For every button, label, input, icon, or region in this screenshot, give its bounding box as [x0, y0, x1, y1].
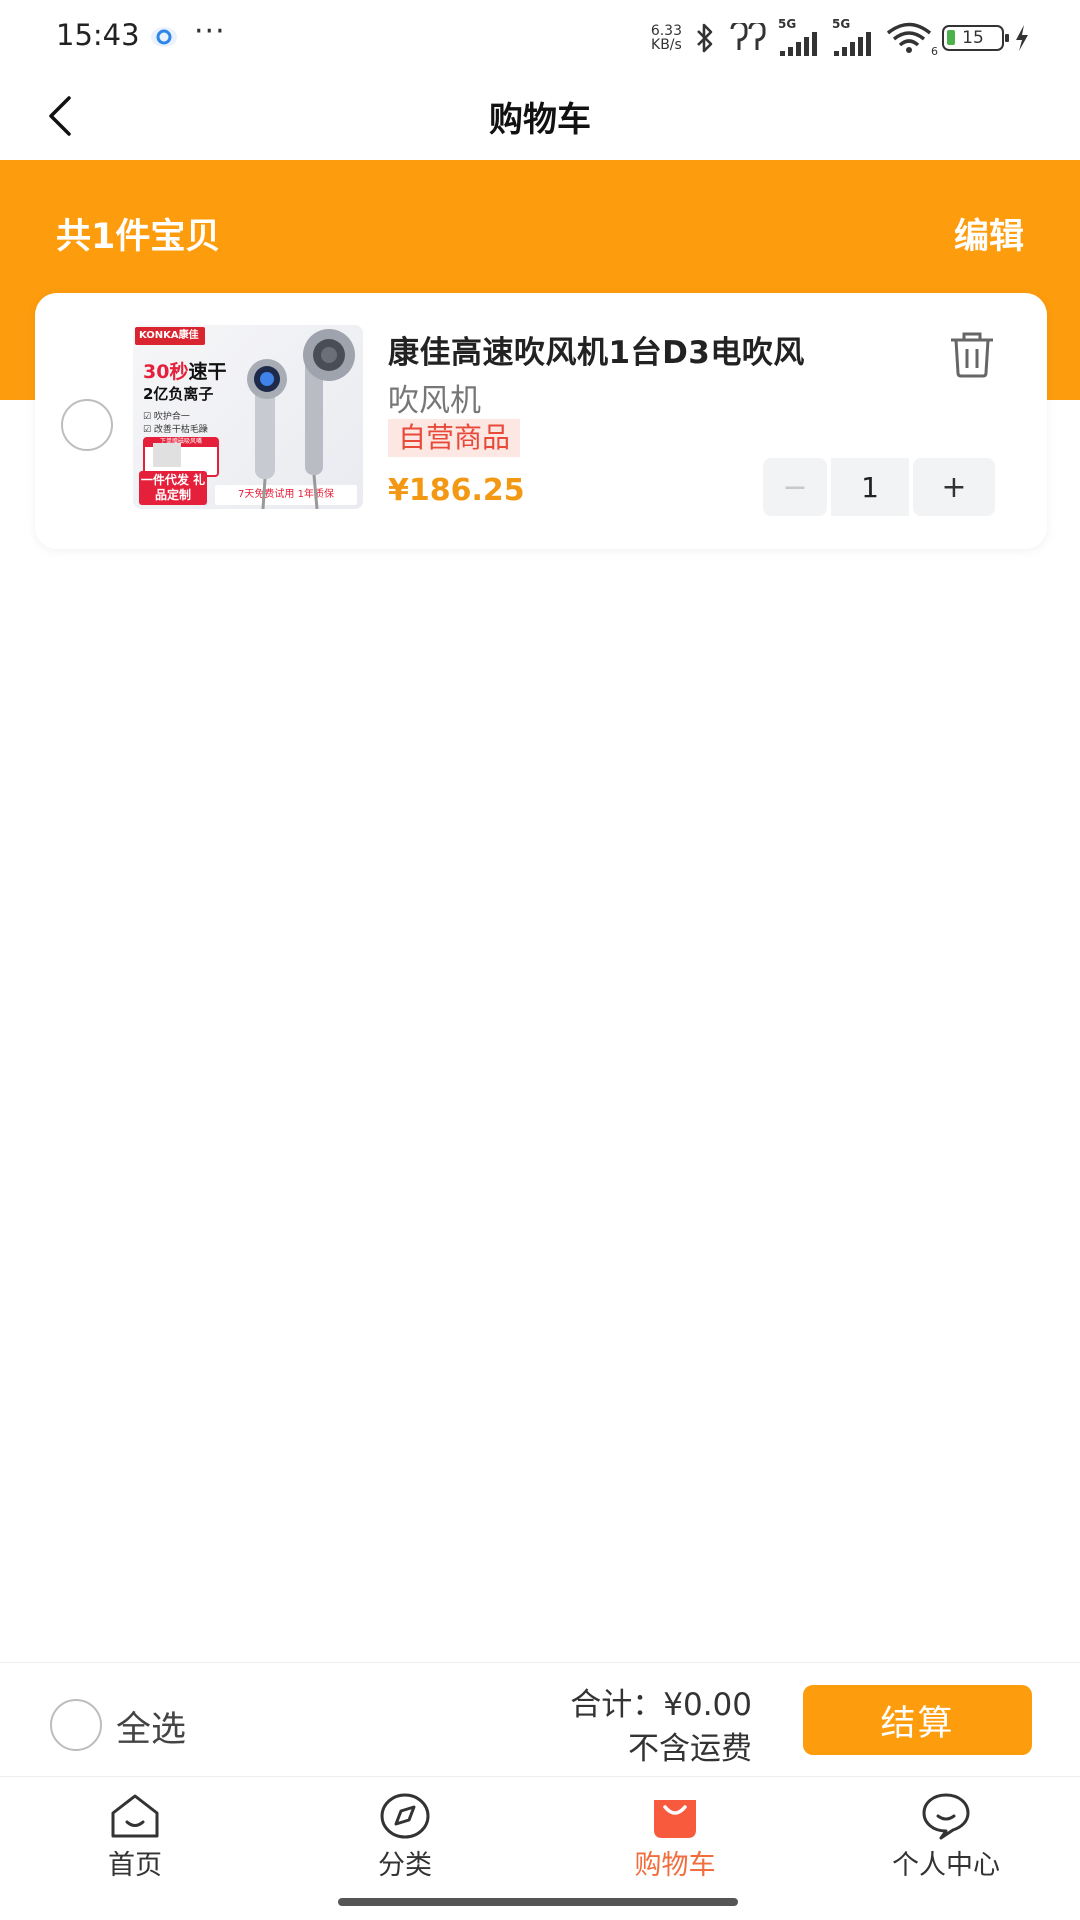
tab-home-label: 首页 — [108, 1850, 162, 1881]
checkout-button[interactable]: 结算 — [803, 1685, 1032, 1755]
wifi-icon: 6 — [886, 22, 938, 58]
charging-icon — [1016, 25, 1028, 51]
item-title[interactable]: 康佳高速吹风机1台D3电吹风 — [388, 327, 805, 372]
quantity-decrease-button[interactable]: − — [763, 458, 827, 516]
product-image-headline: 30秒速干 — [143, 361, 227, 383]
item-checkbox[interactable] — [61, 399, 113, 451]
compass-icon — [380, 1793, 430, 1839]
tab-profile-label: 个人中心 — [892, 1850, 1000, 1881]
checkout-bar: 全选 合计：¥0.00 不含运费 结算 — [0, 1662, 1080, 1776]
tab-category-label: 分类 — [378, 1850, 432, 1881]
quantity-value[interactable]: 1 — [831, 458, 909, 516]
signal-label-2: 5G — [832, 17, 851, 31]
net-speed-unit: KB/s — [651, 37, 682, 53]
home-indicator[interactable] — [338, 1898, 738, 1906]
tab-cart[interactable]: 购物车 — [575, 1791, 775, 1891]
quantity-stepper: − 1 + — [763, 458, 1005, 516]
trash-icon — [951, 332, 993, 378]
bluetooth-icon — [697, 23, 713, 53]
home-icon — [111, 1794, 159, 1838]
cart-item-card: KONKA康佳 30秒速干 2亿负离子 ☑ 吹护合一 ☑ 改善干枯毛躁 下单赠磁… — [35, 293, 1047, 549]
product-image[interactable]: KONKA康佳 30秒速干 2亿负离子 ☑ 吹护合一 ☑ 改善干枯毛躁 下单赠磁… — [133, 325, 363, 509]
item-price: ¥186.25 — [388, 473, 525, 508]
delete-button[interactable] — [947, 329, 997, 379]
battery-icon: 15 — [942, 25, 1009, 51]
tab-home[interactable]: 首页 — [35, 1791, 235, 1891]
net-speed-value: 6.33 — [650, 23, 682, 39]
screen: 15:43 ··· 6.33 KB/s 5G 5G 6 15 购物车 共1件宝贝… — [0, 0, 1080, 1920]
more-icon: ··· — [194, 14, 226, 49]
select-all-checkbox[interactable] — [50, 1699, 102, 1751]
net-speed: 6.33 KB/s — [651, 24, 682, 52]
item-subtitle: 吹风机 — [388, 383, 481, 419]
tab-category[interactable]: 分类 — [305, 1791, 505, 1891]
chat-bubble-icon — [922, 1793, 970, 1840]
status-icons: 6.33 KB/s 5G 5G 6 15 — [651, 17, 1030, 58]
shipping-note: 不含运费 — [628, 1731, 752, 1767]
edit-button[interactable]: 编辑 — [954, 208, 1024, 259]
product-image-promo: 一件代发 礼品定制 — [139, 471, 207, 505]
status-time: 15:43 — [56, 18, 140, 52]
total-amount: 合计：¥0.00 — [570, 1687, 752, 1723]
product-image-check-2: ☑ 改善干枯毛躁 — [143, 425, 208, 435]
self-operated-badge: 自营商品 — [388, 419, 521, 457]
hair-dryer-illustration — [247, 329, 355, 509]
product-image-brand: KONKA康佳 — [135, 327, 205, 345]
product-image-check-1: ☑ 吹护合一 — [143, 412, 190, 422]
signal-icon-1: 5G — [778, 17, 822, 57]
product-image-box-caption: 下单赠磁吸风嘴 — [159, 438, 202, 445]
earbuds-icon — [730, 23, 766, 50]
select-all-label[interactable]: 全选 — [116, 1701, 186, 1752]
battery-level: 15 — [962, 28, 984, 48]
product-image-subline: 2亿负离子 — [143, 385, 214, 403]
status-bar: 15:43 ··· 6.33 KB/s 5G 5G 6 15 — [0, 0, 1080, 72]
tab-cart-label: 购物车 — [634, 1850, 716, 1881]
quantity-increase-button[interactable]: + — [913, 458, 995, 516]
signal-label-1: 5G — [778, 17, 797, 31]
signal-icon-2: 5G — [832, 17, 876, 57]
nav-bar: 购物车 — [0, 72, 1080, 160]
page-title: 购物车 — [489, 100, 591, 140]
app-icon — [151, 27, 177, 47]
tab-profile[interactable]: 个人中心 — [846, 1791, 1046, 1891]
shopping-bag-icon — [654, 1800, 696, 1838]
wifi-level: 6 — [931, 45, 938, 58]
cart-count-label: 共1件宝贝 — [56, 217, 221, 257]
